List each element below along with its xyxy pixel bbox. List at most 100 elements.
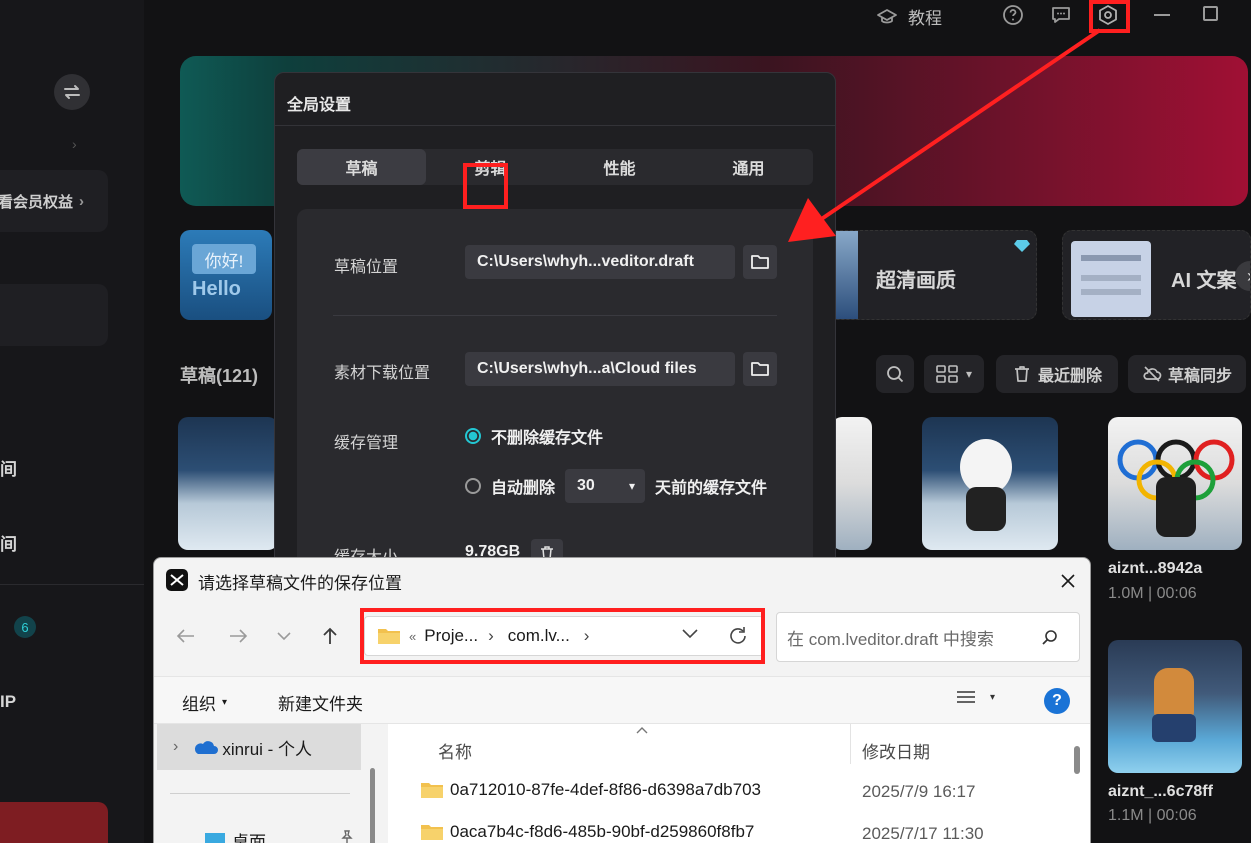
settings-tabs: 草稿 剪辑 性能 通用	[297, 149, 813, 185]
column-divider[interactable]	[850, 724, 851, 764]
sidebar-thumbnail[interactable]	[0, 802, 108, 843]
desktop-label: 桌面	[232, 833, 266, 843]
swap-icon	[64, 85, 80, 99]
tab-draft[interactable]: 草稿	[297, 149, 426, 185]
carousel-next-button[interactable]: ›	[1235, 261, 1250, 291]
member-benefits-label: 看会员权益	[0, 193, 74, 211]
sidebar-item-a[interactable]: 间	[0, 455, 17, 480]
search-input[interactable]: 在 com.lveditor.draft 中搜索	[776, 612, 1080, 662]
close-button[interactable]	[1054, 567, 1082, 595]
chevron-down-icon: ▾	[222, 697, 228, 708]
sidebar-item-b[interactable]: 间	[0, 530, 17, 555]
minimize-button[interactable]	[1154, 14, 1170, 16]
recent-delete-label: 最近删除	[1037, 368, 1102, 385]
new-folder-button[interactable]: 新建文件夹	[278, 690, 363, 715]
nav-scrollbar[interactable]	[370, 768, 375, 843]
maximize-button[interactable]	[1203, 6, 1218, 21]
draft-sync-button[interactable]: 草稿同步	[1128, 355, 1246, 393]
sidebar-item-vip[interactable]: IP	[0, 692, 16, 712]
swap-account-button[interactable]	[54, 74, 90, 110]
file-name: 0aca7b4c-f8d6-485b-90bf-d259860f8fb7	[450, 822, 755, 841]
feature-card-hd[interactable]: 超清画质	[825, 230, 1037, 320]
tab-general[interactable]: 通用	[684, 149, 813, 185]
cache-days-select[interactable]: 30 ▾	[565, 469, 646, 503]
folder-icon	[751, 255, 769, 269]
tutorial-label: 教程	[908, 9, 942, 28]
radio-auto-delete[interactable]	[465, 478, 481, 494]
draft-thumbnail[interactable]	[1108, 417, 1242, 550]
message-icon	[1052, 7, 1070, 23]
chevron-down-icon	[277, 632, 291, 641]
arrow-right-icon	[230, 629, 248, 643]
draft-thumbnail[interactable]	[178, 417, 278, 550]
material-location-path[interactable]: C:\Users\whyh...a\Cloud files	[465, 352, 735, 386]
column-header-name[interactable]: 名称	[438, 738, 472, 763]
nav-divider	[170, 793, 350, 794]
trash-icon	[1014, 366, 1029, 382]
notification-badge: 6	[14, 616, 36, 638]
folder-icon	[421, 825, 443, 840]
feature-card-ai-copy[interactable]: AI 文案 ›	[1062, 230, 1251, 320]
navigation-pane: › xinrui - 个人 桌面	[154, 724, 375, 843]
view-options-button[interactable]: ▾	[956, 689, 995, 705]
forward-button[interactable]	[222, 620, 254, 652]
feature-card-hello[interactable]: 你好! Hello	[180, 230, 272, 320]
drafts-header: 草稿(121)	[180, 366, 259, 386]
recent-delete-button[interactable]: 最近删除	[996, 355, 1118, 393]
column-header-modified[interactable]: 修改日期	[862, 738, 930, 763]
file-row[interactable]: 0aca7b4c-f8d6-485b-90bf-d259860f8fb7	[420, 822, 754, 842]
feedback-button[interactable]	[1049, 3, 1073, 27]
panda-body	[966, 487, 1006, 531]
search-icon	[887, 366, 904, 383]
draft-location-browse-button[interactable]	[743, 245, 777, 279]
hd-card-label: 超清画质	[876, 270, 956, 292]
draft-meta: 1.1M | 00:06	[1108, 807, 1197, 824]
view-mode-button[interactable]: ▾	[924, 355, 984, 393]
cache-days-suffix: 天前的缓存文件	[655, 480, 768, 497]
draft-thumbnail[interactable]	[922, 417, 1058, 550]
corgi-figure	[1154, 668, 1194, 718]
pin-icon	[341, 830, 353, 843]
cache-auto-option[interactable]: 自动删除 30 ▾ 天前的缓存文件	[465, 469, 767, 503]
draft-location-path[interactable]: C:\Users\whyh...veditor.draft	[465, 245, 735, 279]
search-placeholder: 在 com.lveditor.draft 中搜索	[787, 629, 994, 649]
chevron-right-icon: ›	[79, 192, 85, 210]
tab-performance[interactable]: 性能	[555, 149, 684, 185]
file-list: 名称 修改日期 0a712010-87fe-4def-8f86-d6398a7d…	[388, 724, 1090, 843]
back-button[interactable]	[170, 620, 202, 652]
sidebar-block[interactable]	[0, 284, 108, 346]
recent-locations-button[interactable]	[268, 620, 300, 652]
help-icon[interactable]: ?	[1044, 688, 1070, 714]
cache-keep-option[interactable]: 不删除缓存文件	[465, 424, 603, 448]
panda-figure	[1156, 477, 1196, 537]
cache-keep-label: 不删除缓存文件	[491, 430, 604, 447]
material-location-browse-button[interactable]	[743, 352, 777, 386]
cache-management-label: 缓存管理	[334, 435, 399, 452]
graduation-cap-icon	[877, 8, 897, 23]
chevron-right-icon[interactable]: ›	[72, 136, 77, 152]
chevron-down-icon: ▾	[628, 479, 636, 493]
folder-button-highlight-box	[463, 163, 508, 209]
member-benefits-button[interactable]: 看会员权益 ›	[0, 170, 108, 232]
onedrive-cloud-icon	[195, 741, 219, 754]
file-list-scrollbar[interactable]	[1074, 746, 1080, 774]
tutorial-button[interactable]: 教程	[876, 4, 942, 29]
address-bar-highlight-box	[360, 608, 765, 664]
chevron-right-icon[interactable]: ›	[173, 738, 178, 756]
organize-menu[interactable]: 组织 ▾	[182, 690, 227, 715]
up-button[interactable]	[314, 620, 346, 652]
folder-icon	[751, 362, 769, 376]
file-row[interactable]: 0a712010-87fe-4def-8f86-d6398a7db703	[420, 780, 761, 800]
search-drafts-button[interactable]	[876, 355, 914, 393]
chevron-down-icon: ▾	[965, 367, 973, 381]
corgi-body	[1152, 714, 1196, 742]
draft-thumbnail[interactable]	[832, 417, 872, 550]
global-settings-dialog: 全局设置 草稿 剪辑 性能 通用 草稿位置 C:\Users\whyh...ve…	[274, 72, 836, 592]
radio-keep-cache[interactable]	[465, 428, 481, 444]
nav-item-onedrive[interactable]: › xinrui - 个人	[157, 724, 361, 770]
grid-icon	[936, 365, 958, 383]
help-button[interactable]	[1001, 3, 1025, 27]
draft-thumbnail[interactable]	[1108, 640, 1242, 773]
file-save-dialog: 请选择草稿文件的保存位置 « Proje... › com.lv... › 在 …	[153, 557, 1091, 843]
nav-item-desktop[interactable]: 桌面	[204, 828, 266, 843]
